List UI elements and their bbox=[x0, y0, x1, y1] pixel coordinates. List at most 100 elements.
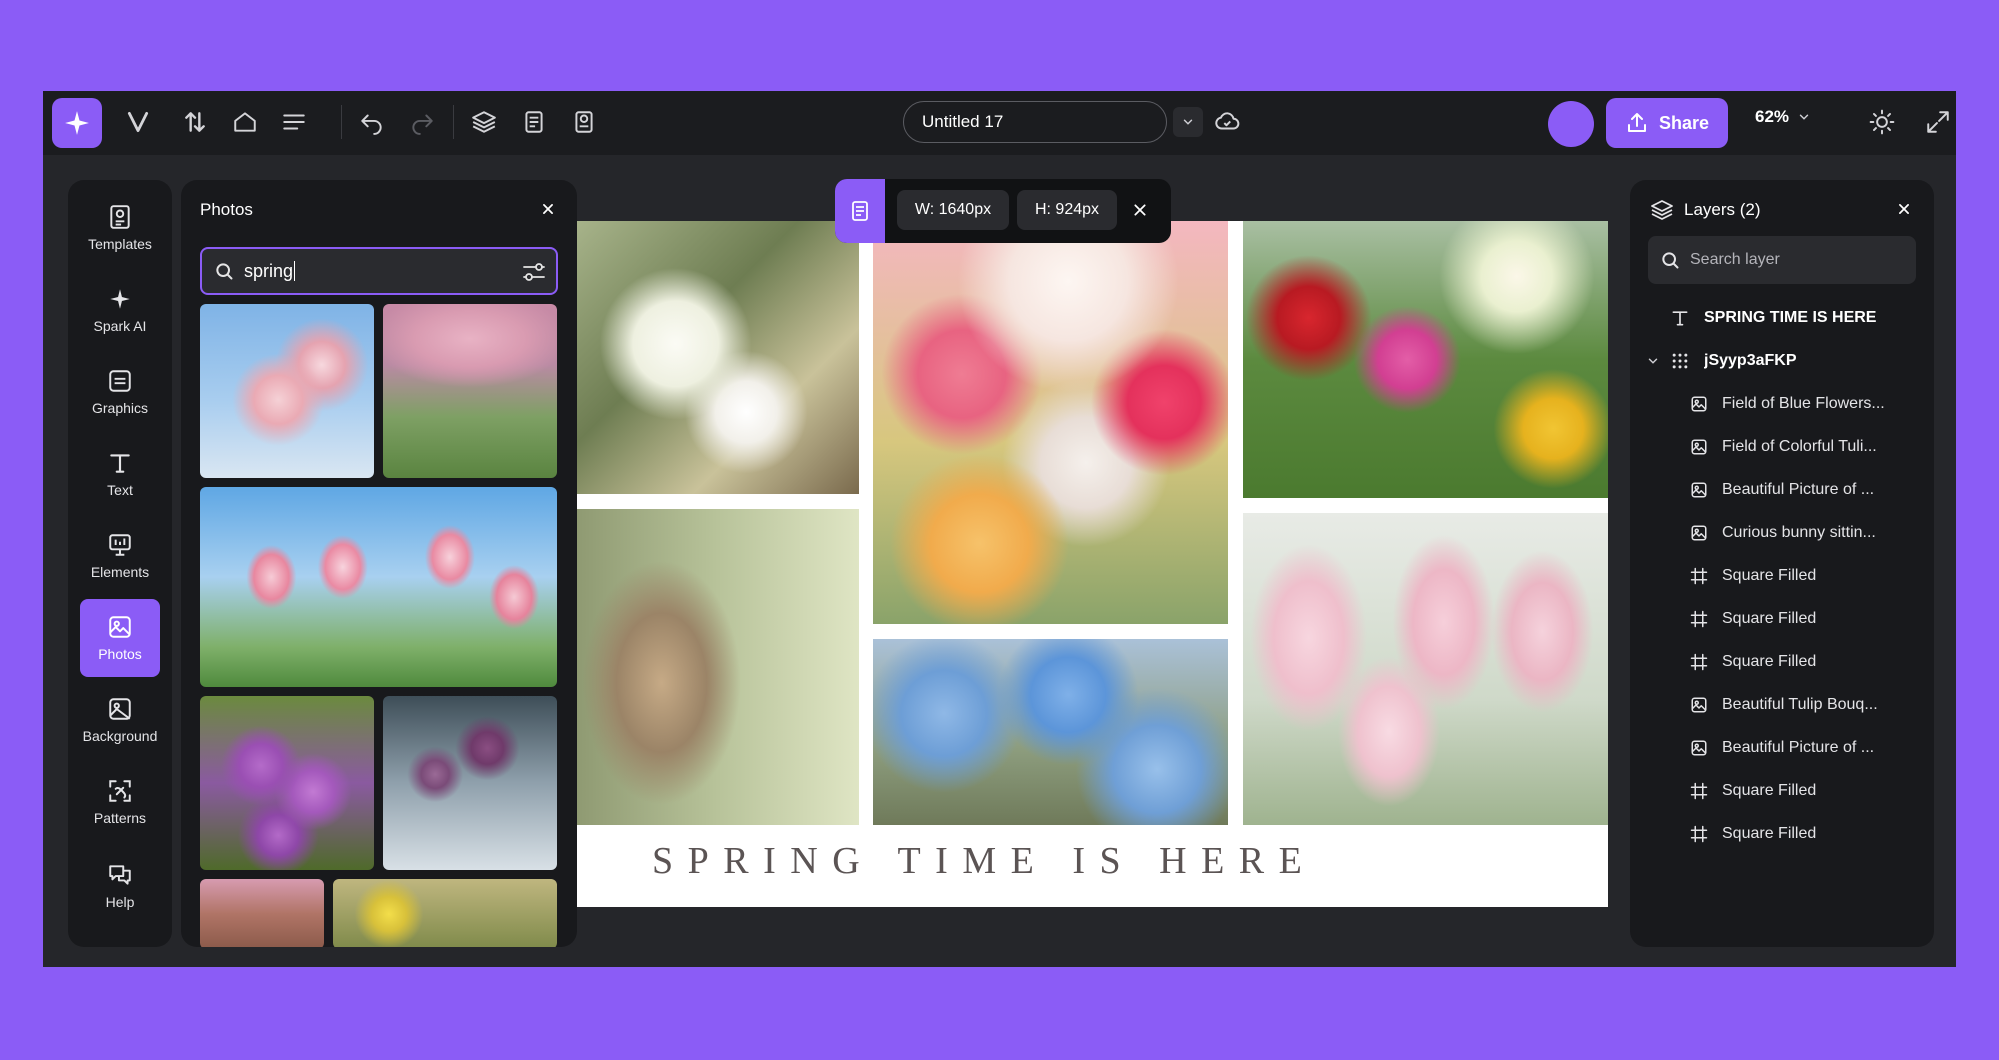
layer-item-image[interactable]: Curious bunny sittin... bbox=[1630, 513, 1934, 553]
image-icon bbox=[1691, 740, 1707, 756]
design-canvas[interactable]: SPRING TIME IS HERE bbox=[577, 221, 1608, 907]
layers-icon bbox=[1651, 200, 1673, 220]
sparkle-icon bbox=[65, 111, 89, 135]
document-title-field[interactable]: Untitled 17 bbox=[903, 101, 1167, 143]
theme-toggle-button[interactable] bbox=[1859, 99, 1905, 145]
rail-item-elements[interactable]: Elements bbox=[80, 517, 160, 595]
title-dropdown-button[interactable] bbox=[1173, 107, 1203, 137]
filter-icon[interactable] bbox=[522, 261, 546, 283]
photo-bunny[interactable] bbox=[577, 509, 859, 825]
photo-thumbnail[interactable] bbox=[200, 696, 374, 870]
text-cursor bbox=[294, 261, 296, 281]
layer-search-input[interactable]: Search layer bbox=[1648, 236, 1916, 284]
fullscreen-button[interactable] bbox=[1915, 99, 1956, 145]
rail-item-text[interactable]: Text bbox=[80, 435, 160, 513]
layer-item-frame[interactable]: Square Filled bbox=[1630, 642, 1934, 682]
redo-button[interactable] bbox=[399, 99, 445, 145]
headline-text[interactable]: SPRING TIME IS HERE bbox=[652, 839, 1316, 883]
close-panel-button[interactable] bbox=[536, 197, 560, 221]
photo-thumbnail[interactable] bbox=[383, 696, 557, 870]
layer-item-image[interactable]: Beautiful Tulip Bouq... bbox=[1630, 685, 1934, 725]
tool-rail: Templates Spark AI Graphics Text Element… bbox=[68, 180, 172, 947]
rail-item-graphics[interactable]: Graphics bbox=[80, 353, 160, 431]
rail-item-label: Patterns bbox=[93, 810, 147, 826]
photo-thumbnail[interactable] bbox=[333, 879, 557, 947]
template-button[interactable] bbox=[561, 99, 607, 145]
page-button[interactable] bbox=[511, 99, 557, 145]
document-icon bbox=[852, 201, 868, 221]
photo-thumbnail[interactable] bbox=[200, 304, 374, 478]
page-settings-button[interactable] bbox=[835, 179, 885, 243]
photo-apple-blossom[interactable] bbox=[577, 221, 859, 494]
width-value: W: 1640px bbox=[914, 201, 992, 218]
layer-item-frame[interactable]: Square Filled bbox=[1630, 556, 1934, 596]
photo-wildflowers[interactable] bbox=[1243, 221, 1608, 498]
chevron-down-icon bbox=[1799, 114, 1809, 120]
rail-item-spark-ai[interactable]: Spark AI bbox=[80, 271, 160, 349]
toolbar-divider bbox=[453, 105, 454, 139]
layer-item-group[interactable]: jSyyp3aFKP bbox=[1630, 341, 1934, 381]
layers-icon bbox=[472, 111, 496, 133]
frame-icon bbox=[1690, 825, 1708, 843]
layer-item-image[interactable]: Field of Blue Flowers... bbox=[1630, 384, 1934, 424]
close-layers-button[interactable] bbox=[1892, 197, 1916, 221]
graphics-icon bbox=[109, 370, 131, 392]
layer-item-frame[interactable]: Square Filled bbox=[1630, 814, 1934, 854]
photo-blue-flowers[interactable] bbox=[873, 639, 1228, 825]
photo-search-input[interactable]: spring bbox=[200, 247, 558, 295]
height-field[interactable]: H: 924px bbox=[1017, 190, 1117, 230]
layer-item-image[interactable]: Beautiful Picture of ... bbox=[1630, 470, 1934, 510]
layer-search-placeholder: Search layer bbox=[1690, 251, 1780, 268]
layer-label: SPRING TIME IS HERE bbox=[1704, 309, 1877, 326]
photo-tulips[interactable] bbox=[873, 221, 1228, 624]
zoom-dropdown[interactable]: 62% bbox=[1755, 107, 1811, 127]
rail-item-photos[interactable]: Photos bbox=[80, 599, 160, 677]
zoom-level: 62% bbox=[1755, 107, 1790, 126]
close-icon bbox=[1899, 204, 1909, 214]
editor-window: Untitled 17 Share 62% SPRING TIME IS HER… bbox=[43, 91, 1956, 967]
vectr-logo-button[interactable] bbox=[115, 99, 161, 145]
rail-item-help[interactable]: Help bbox=[80, 847, 160, 925]
layer-label: Field of Blue Flowers... bbox=[1722, 395, 1885, 412]
photo-pink-tulips[interactable] bbox=[1243, 513, 1608, 825]
layers-title: Layers (2) bbox=[1684, 200, 1761, 219]
sparkle-logo-button[interactable] bbox=[52, 98, 102, 148]
layer-label: Square Filled bbox=[1722, 825, 1817, 842]
rail-item-label: Spark AI bbox=[93, 318, 147, 334]
close-icon bbox=[1134, 204, 1146, 216]
width-field[interactable]: W: 1640px bbox=[897, 190, 1009, 230]
rail-item-patterns[interactable]: Patterns bbox=[80, 763, 160, 841]
chevron-down-icon[interactable] bbox=[1646, 354, 1660, 368]
layer-item-image[interactable]: Field of Colorful Tuli... bbox=[1630, 427, 1934, 467]
frame-icon bbox=[1690, 782, 1708, 800]
layers-toggle-button[interactable] bbox=[461, 99, 507, 145]
document-icon bbox=[525, 111, 543, 133]
search-icon bbox=[216, 263, 233, 280]
photo-thumbnail[interactable] bbox=[200, 879, 324, 947]
layer-item-text[interactable]: SPRING TIME IS HERE bbox=[1630, 298, 1934, 338]
patterns-icon bbox=[109, 780, 131, 802]
panel-title: Photos bbox=[200, 200, 253, 219]
share-button[interactable]: Share bbox=[1606, 98, 1728, 148]
sort-button[interactable] bbox=[172, 99, 218, 145]
height-value: H: 924px bbox=[1034, 201, 1100, 218]
top-toolbar: Untitled 17 Share 62% bbox=[43, 91, 1956, 155]
photo-thumbnail[interactable] bbox=[383, 304, 557, 478]
frame-icon bbox=[1690, 610, 1708, 628]
layer-label: Beautiful Tulip Bouq... bbox=[1722, 696, 1878, 713]
layer-item-frame[interactable]: Square Filled bbox=[1630, 771, 1934, 811]
cloud-sync-button[interactable] bbox=[1204, 99, 1250, 145]
menu-button[interactable] bbox=[271, 99, 317, 145]
avatar[interactable] bbox=[1548, 101, 1594, 147]
home-button[interactable] bbox=[222, 99, 268, 145]
layer-item-image[interactable]: Beautiful Picture of ... bbox=[1630, 728, 1934, 768]
rail-item-templates[interactable]: Templates bbox=[80, 189, 160, 267]
rail-item-background[interactable]: Background bbox=[80, 681, 160, 759]
close-toolbar-button[interactable] bbox=[1127, 197, 1153, 223]
sort-arrows-icon bbox=[185, 112, 205, 132]
layer-label: Square Filled bbox=[1722, 610, 1817, 627]
photo-thumbnail[interactable] bbox=[200, 487, 557, 687]
layer-item-frame[interactable]: Square Filled bbox=[1630, 599, 1934, 639]
undo-button[interactable] bbox=[349, 99, 395, 145]
rail-item-label: Templates bbox=[88, 236, 152, 252]
